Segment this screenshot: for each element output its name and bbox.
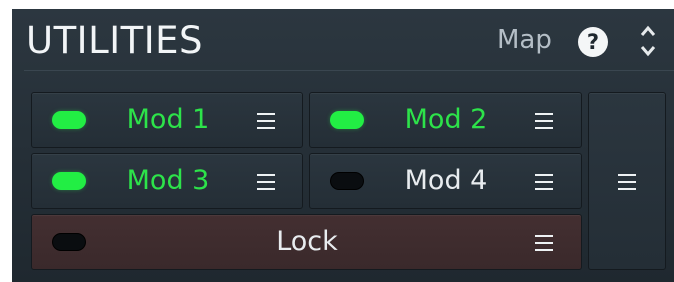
mod-3-menu-icon[interactable]	[257, 174, 275, 190]
mod-1-label: Mod 1	[126, 104, 210, 135]
map-button[interactable]: Map	[497, 25, 552, 55]
panel-header: UTILITIES Map ?	[12, 9, 674, 71]
chevron-up-down-icon[interactable]	[638, 23, 658, 59]
mod-3-led[interactable]	[52, 172, 86, 190]
mod-1-menu-icon[interactable]	[257, 113, 275, 129]
mod-3-label: Mod 3	[126, 165, 210, 196]
lock-led[interactable]	[52, 233, 86, 251]
side-menu-icon[interactable]	[618, 174, 636, 190]
mod-4-menu-icon[interactable]	[535, 174, 553, 190]
mod-4-led[interactable]	[330, 172, 364, 190]
mod-4-button[interactable]: Mod 4	[309, 153, 582, 209]
mod-2-led[interactable]	[330, 111, 364, 129]
lock-button[interactable]: Lock	[31, 214, 582, 270]
lock-label: Lock	[276, 226, 338, 257]
help-icon[interactable]: ?	[578, 27, 608, 57]
mod-4-label: Mod 4	[404, 165, 488, 196]
mod-1-led[interactable]	[52, 111, 86, 129]
utilities-panel: UTILITIES Map ? Mod 1 Mod 2 Mod 3 Mod 4 …	[12, 9, 674, 282]
utilities-side-menu-button[interactable]	[588, 92, 666, 270]
panel-title: UTILITIES	[26, 19, 203, 62]
mod-1-button[interactable]: Mod 1	[31, 92, 303, 148]
mod-2-menu-icon[interactable]	[535, 113, 553, 129]
header-divider	[24, 70, 674, 71]
mod-2-label: Mod 2	[404, 104, 488, 135]
lock-menu-icon[interactable]	[535, 235, 553, 251]
mod-3-button[interactable]: Mod 3	[31, 153, 303, 209]
mod-2-button[interactable]: Mod 2	[309, 92, 582, 148]
